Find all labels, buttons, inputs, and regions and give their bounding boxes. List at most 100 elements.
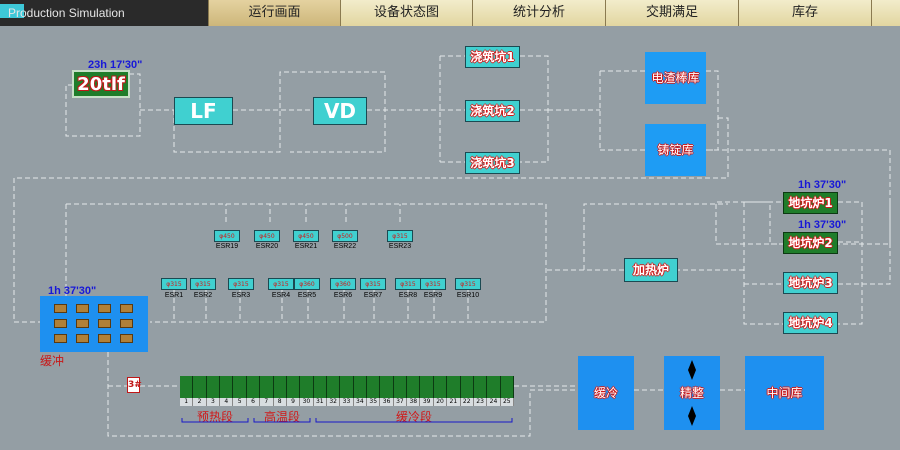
converter-20tlf[interactable]: 20tlf [72,70,130,98]
furnace-segment[interactable] [460,376,474,398]
intermediate-store[interactable]: 中间库 [745,356,824,430]
esr-unit-esr10[interactable]: φ315 [455,278,481,290]
line-marker-3[interactable]: 3# [127,377,142,393]
heating-furnace[interactable]: 加热炉 [624,258,678,282]
pit-furnace3[interactable]: 地坑炉3 [783,272,838,294]
pit-furnace1-timer: 1h 37'30" [798,179,847,191]
furnace-segment-label: 7 [260,398,274,406]
furnace-segment[interactable] [367,376,381,398]
pit2-label: 浇筑坑2 [470,104,515,118]
tab-inventory[interactable]: 库存 [738,0,871,26]
furnace-segment[interactable] [487,376,501,398]
zone-brackets [181,418,513,423]
furnace-segment-label: 23 [473,398,488,406]
esr-unit-esr3[interactable]: φ315 [228,278,254,290]
tab-equipment-status[interactable]: 设备状态图 [340,0,472,26]
yard-slot [98,304,111,313]
furnace-segment-label: 8 [273,398,287,406]
furnace-segment[interactable] [380,376,394,398]
furnace-line: 1 2 3 4 5 6 7 8 9 30 31 32 33 34 35 36 37 38 39 20 21 22 23 24 2… [180,376,514,406]
slow-cool-yard[interactable] [40,296,148,352]
furnace-segment-label: 22 [460,398,474,406]
yard-slot [54,319,67,328]
furnace-segment[interactable] [180,376,194,398]
furnace-segment[interactable] [407,376,421,398]
pit3-label: 浇筑坑3 [470,156,515,170]
furnace-segment[interactable] [353,376,368,398]
furnace-segment[interactable] [473,376,488,398]
ingot-store[interactable]: 铸锭库 [645,124,706,176]
heating-furnace-label: 加热炉 [632,263,669,277]
tab-delivery[interactable]: 交期满足 [605,0,738,26]
esr-unit-esr8[interactable]: φ315 [395,278,421,290]
furnace-segment-label: 1 [180,398,194,406]
furnace-segment[interactable] [273,376,287,398]
pit1-station[interactable]: 浇筑坑1 [465,46,520,68]
esr-unit-esr23[interactable]: φ315 [387,230,413,242]
furnace-segment-label: 34 [353,398,368,406]
esr-unit-esr7[interactable]: φ315 [360,278,386,290]
pit2-station[interactable]: 浇筑坑2 [465,100,520,122]
esr-unit-esr19[interactable]: φ450 [214,230,240,242]
furnace-segment[interactable] [286,376,301,398]
furnace-segment[interactable] [420,376,434,398]
esr-unit-esr1[interactable]: φ315 [161,278,187,290]
esr-label: ESR3 [231,292,251,299]
electroslag-store[interactable]: 电渣棒库 [645,52,706,104]
furnace-segment-label: 9 [286,398,301,406]
esr-label: ESR20 [255,243,279,250]
tab-run-screen[interactable]: 运行画面 [208,0,340,26]
ingot-store-label: 铸锭库 [657,143,694,157]
furnace-segment[interactable] [233,376,247,398]
furnace-segment-label: 35 [367,398,381,406]
furnace-segment-label: 36 [380,398,394,406]
furnace-segment[interactable] [220,376,234,398]
furnace-segment[interactable] [300,376,314,398]
furnace-segment[interactable] [433,376,448,398]
furnace-segment[interactable] [206,376,221,398]
furnace-segment-label: 25 [500,398,514,406]
downstream-slow-cool[interactable]: 缓冷 [578,356,634,430]
pit-furnace2[interactable]: 地坑炉2 [783,232,838,254]
furnace-segment[interactable] [193,376,207,398]
pit-furnace1-label: 地坑炉1 [788,196,833,210]
esr-unit-esr9[interactable]: φ315 [420,278,446,290]
vd-station[interactable]: VD [313,97,367,125]
pit-furnace1[interactable]: 地坑炉1 [783,192,838,214]
furnace-segment-label: 31 [313,398,327,406]
yard-slot [76,304,89,313]
tab-statistics[interactable]: 统计分析 [472,0,605,26]
furnace-segment-label: 4 [220,398,234,406]
furnace-segment-label: 30 [300,398,314,406]
furnace-segment[interactable] [246,376,261,398]
yard-slot [98,334,111,343]
pit-furnace4[interactable]: 地坑炉4 [783,312,838,334]
esr-unit-esr6[interactable]: φ360 [330,278,356,290]
furnace-segment-label: 5 [233,398,247,406]
furnace-segment[interactable] [260,376,274,398]
esr-label: ESR2 [193,292,213,299]
furnace-segment[interactable] [326,376,341,398]
furnace-segment-label: 32 [326,398,341,406]
esr-unit-esr5[interactable]: φ360 [294,278,320,290]
esr-unit-esr4[interactable]: φ315 [268,278,294,290]
pit-furnace2-timer: 1h 37'30" [798,219,847,231]
furnace-segment[interactable] [447,376,461,398]
furnace-segment[interactable] [313,376,327,398]
furnace-segment[interactable] [340,376,354,398]
furnace-segment[interactable] [500,376,514,398]
pit3-station[interactable]: 浇筑坑3 [465,152,520,174]
lf-station[interactable]: LF [174,97,233,125]
esr-label: ESR19 [215,243,239,250]
yard-slot [120,304,133,313]
esr-unit-esr20[interactable]: φ450 [254,230,280,242]
esr-label: ESR21 [294,243,318,250]
esr-unit-esr2[interactable]: φ315 [190,278,216,290]
furnace-segment[interactable] [393,376,408,398]
pit1-label: 浇筑坑1 [470,50,515,64]
esr-unit-esr22[interactable]: φ500 [332,230,358,242]
finishing-station[interactable]: 精整 [664,356,720,430]
pit-furnace2-label: 地坑炉2 [788,236,833,250]
esr-unit-esr21[interactable]: φ450 [293,230,319,242]
tab-empty [871,0,900,26]
